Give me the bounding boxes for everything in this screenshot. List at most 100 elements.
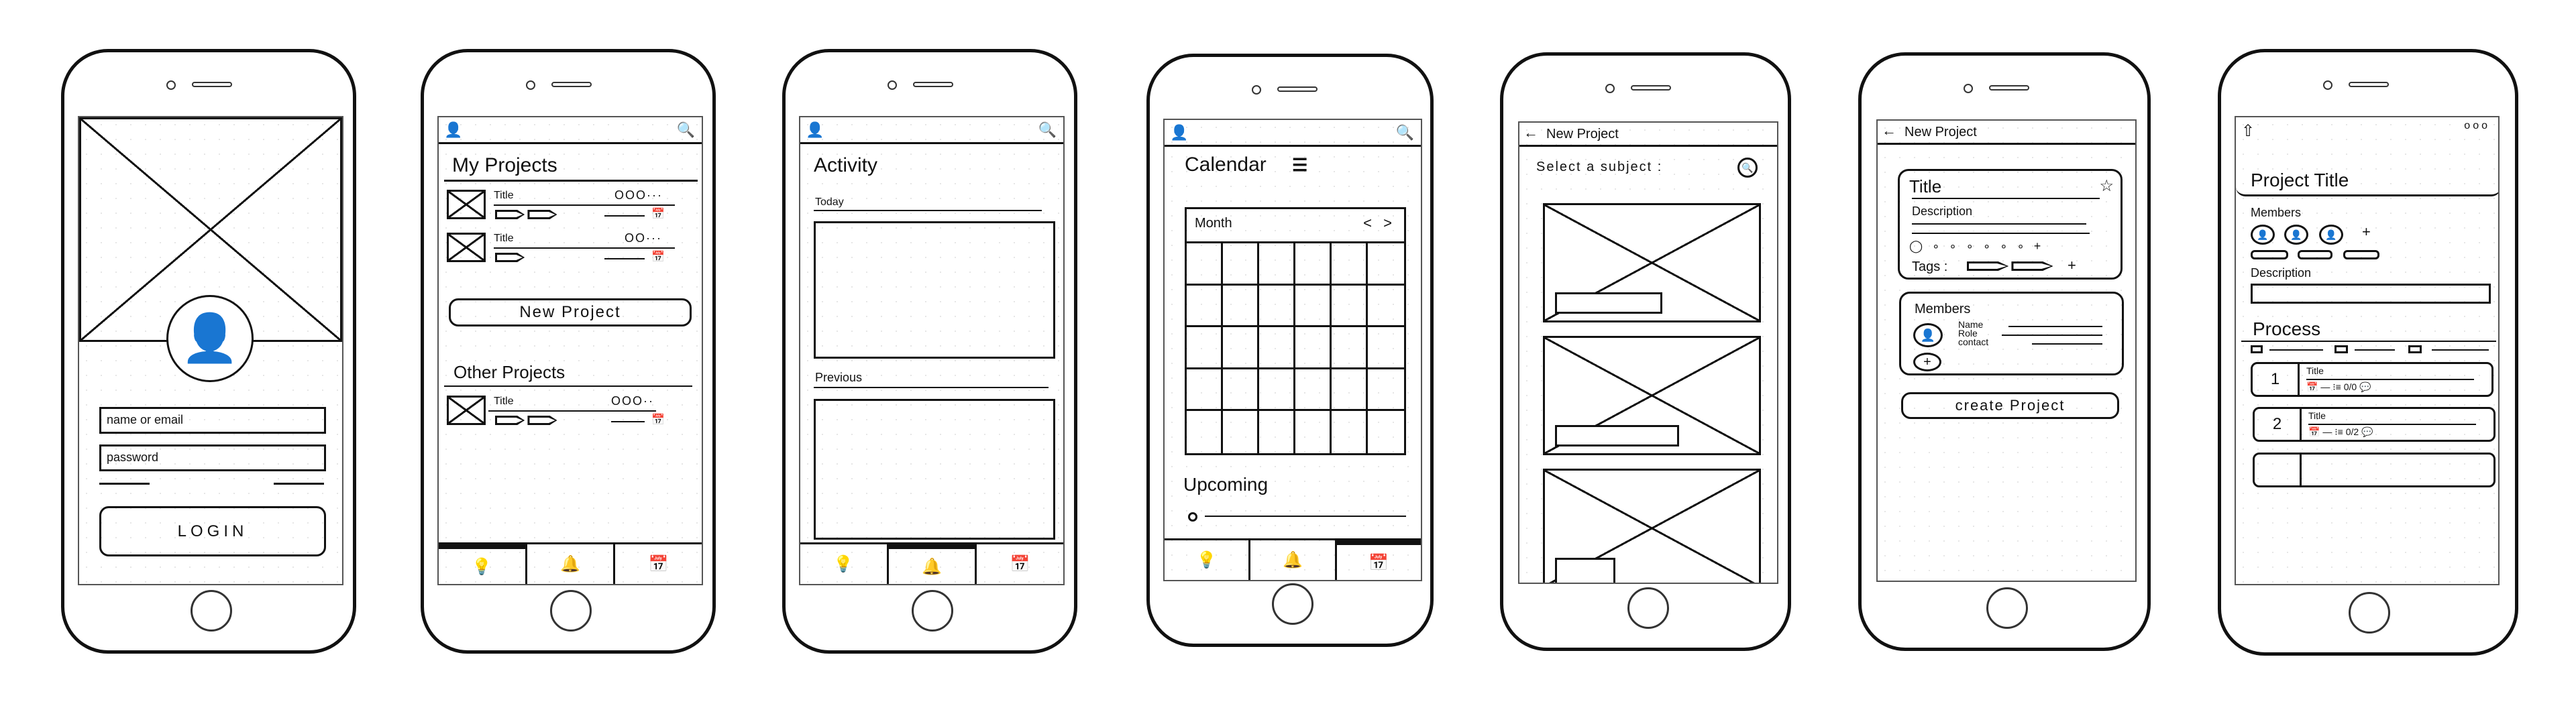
user-icon[interactable]: 👤 xyxy=(806,121,824,139)
subject-card[interactable] xyxy=(1543,203,1761,322)
search-icon[interactable]: 🔍 xyxy=(677,121,695,139)
contact-input[interactable] xyxy=(2032,343,2102,345)
tab-calendar-icon[interactable]: 📅 xyxy=(1336,540,1421,580)
calendar-day-cell[interactable] xyxy=(1223,327,1259,369)
add-color-button[interactable]: + xyxy=(2034,239,2051,253)
tag[interactable] xyxy=(1967,261,2008,271)
calendar-day-cell[interactable] xyxy=(1368,286,1404,328)
home-button[interactable] xyxy=(912,590,953,632)
tab-activity-bell-icon[interactable]: 🔔 xyxy=(527,544,616,584)
progress-line xyxy=(611,421,645,422)
star-icon[interactable]: ☆ xyxy=(2099,176,2114,196)
calendar-day-cell[interactable] xyxy=(1223,411,1259,453)
tab-calendar-icon[interactable]: 📅 xyxy=(977,544,1063,584)
tab-projects-lightbulb-icon[interactable]: 💡 xyxy=(1165,540,1251,580)
top-bar: 👤 🔍 xyxy=(800,117,1063,144)
user-icon[interactable]: 👤 xyxy=(444,121,462,139)
sliders-icon[interactable]: ☰ xyxy=(1292,155,1307,176)
home-button[interactable] xyxy=(191,590,232,632)
add-member-button[interactable]: + xyxy=(1913,353,1941,371)
calendar-day-cell[interactable] xyxy=(1259,411,1295,453)
description-input[interactable] xyxy=(1912,223,2086,225)
project-row[interactable]: Title OOO··· 📅 xyxy=(447,188,695,230)
search-icon[interactable]: 🔍 xyxy=(1396,124,1414,141)
calendar-day-cell[interactable] xyxy=(1332,411,1368,453)
description-input[interactable] xyxy=(1912,233,2090,234)
add-member-button[interactable]: + xyxy=(2362,223,2371,241)
login-button[interactable]: LOGIN xyxy=(99,506,326,556)
arrow-left-icon[interactable]: ← xyxy=(1882,122,1896,139)
calendar-day-cell[interactable] xyxy=(1223,243,1259,286)
calendar-day-cell[interactable] xyxy=(1223,369,1259,412)
calendar-day-cell[interactable] xyxy=(1187,285,1223,328)
calendar-day-cell[interactable] xyxy=(1187,327,1223,369)
calendar-day-cell[interactable] xyxy=(1187,369,1223,412)
member-avatar-user-icon[interactable]: 👤 xyxy=(2319,225,2343,245)
calendar-day-cell[interactable] xyxy=(1368,411,1404,453)
home-button[interactable] xyxy=(1986,587,2028,629)
password-input[interactable]: password xyxy=(99,444,326,471)
speaker xyxy=(1631,85,1671,91)
calendar-day-cell[interactable] xyxy=(1295,285,1332,328)
home-button[interactable] xyxy=(550,590,592,632)
process-step-card[interactable] xyxy=(2253,453,2496,487)
calendar-day-cell[interactable] xyxy=(1259,327,1295,369)
calendar-day-cell[interactable] xyxy=(1368,369,1404,412)
process-step-card[interactable]: 2 Title 📅 — ⁝≡ 0/2 💬 xyxy=(2253,407,2496,442)
calendar-day-cell[interactable] xyxy=(1295,243,1332,286)
tab-calendar-icon[interactable]: 📅 xyxy=(615,544,702,584)
subject-card[interactable] xyxy=(1543,336,1761,455)
name-input[interactable] xyxy=(2008,326,2102,327)
calendar-day-cell[interactable] xyxy=(1332,369,1368,412)
project-row[interactable]: Title OO··· 📅 xyxy=(447,231,695,273)
role-input[interactable] xyxy=(2002,335,2102,336)
username-input[interactable]: name or email xyxy=(99,407,326,434)
new-project-button[interactable]: New Project xyxy=(449,298,692,326)
calendar-day-cell[interactable] xyxy=(1332,327,1368,369)
calendar-day-cell[interactable] xyxy=(1368,327,1404,369)
member-avatar-user-icon[interactable]: 👤 xyxy=(2284,225,2308,245)
color-picker[interactable]: ◯∘∘∘∘∘∘+ xyxy=(1909,239,2050,253)
calendar-day-cell[interactable] xyxy=(1259,369,1295,412)
tag[interactable] xyxy=(2011,261,2053,271)
tab-activity-bell-icon[interactable]: 🔔 xyxy=(888,544,977,584)
calendar-day-cell[interactable] xyxy=(1259,285,1295,328)
divider xyxy=(814,210,1042,211)
calendar-day-cell[interactable] xyxy=(1295,327,1332,369)
description-field[interactable] xyxy=(2251,284,2491,304)
add-tag-button[interactable]: + xyxy=(2068,257,2076,274)
home-button[interactable] xyxy=(1272,583,1313,625)
home-button[interactable] xyxy=(2349,592,2390,634)
calendar-day-cell[interactable] xyxy=(1295,411,1332,453)
calendar-day-cell[interactable] xyxy=(1332,285,1368,328)
subject-card[interactable] xyxy=(1543,469,1761,583)
title-input[interactable]: Title xyxy=(1909,176,1941,197)
next-month-button[interactable]: > xyxy=(1383,215,1392,232)
create-project-button[interactable]: create Project xyxy=(1901,392,2119,419)
thumbnail-placeholder xyxy=(447,396,486,425)
home-button[interactable] xyxy=(1627,587,1669,629)
calendar-day-cell[interactable] xyxy=(1223,285,1259,328)
new-project-screen: ← New Project Title ☆ Description ◯∘∘∘∘∘… xyxy=(1876,119,2137,582)
calendar-day-cell[interactable] xyxy=(1187,243,1223,286)
calendar-day-cell[interactable] xyxy=(1259,243,1295,286)
calendar-day-cell[interactable] xyxy=(1295,369,1332,412)
process-stepper[interactable] xyxy=(2251,345,2496,355)
process-step-card[interactable]: 1 Title 📅 — ⁝≡ 0/0 💬 xyxy=(2251,362,2493,397)
tab-projects-lightbulb-icon[interactable]: 💡 xyxy=(800,544,889,584)
tab-activity-bell-icon[interactable]: 🔔 xyxy=(1250,540,1337,580)
member-avatar-user-icon[interactable]: 👤 xyxy=(2251,225,2275,245)
calendar-day-cell[interactable] xyxy=(1187,411,1223,453)
calendar-day-cell[interactable] xyxy=(1332,243,1368,286)
project-row[interactable]: Title OOO·· 📅 xyxy=(447,394,695,436)
search-icon[interactable]: 🔍 xyxy=(1038,121,1057,139)
prev-month-button[interactable]: < xyxy=(1363,215,1372,232)
user-icon[interactable]: 👤 xyxy=(1170,124,1188,141)
select-subject-screen: ← New Project Select a subject : 🔍 xyxy=(1518,121,1778,584)
avatar-user-icon[interactable]: 👤 xyxy=(166,295,254,382)
search-icon[interactable]: 🔍 xyxy=(1737,158,1758,178)
tab-projects-lightbulb-icon[interactable]: 💡 xyxy=(439,544,527,584)
arrow-left-icon[interactable]: ← xyxy=(1523,124,1538,141)
upcoming-event[interactable] xyxy=(1205,516,1406,517)
calendar-day-cell[interactable] xyxy=(1368,243,1404,286)
